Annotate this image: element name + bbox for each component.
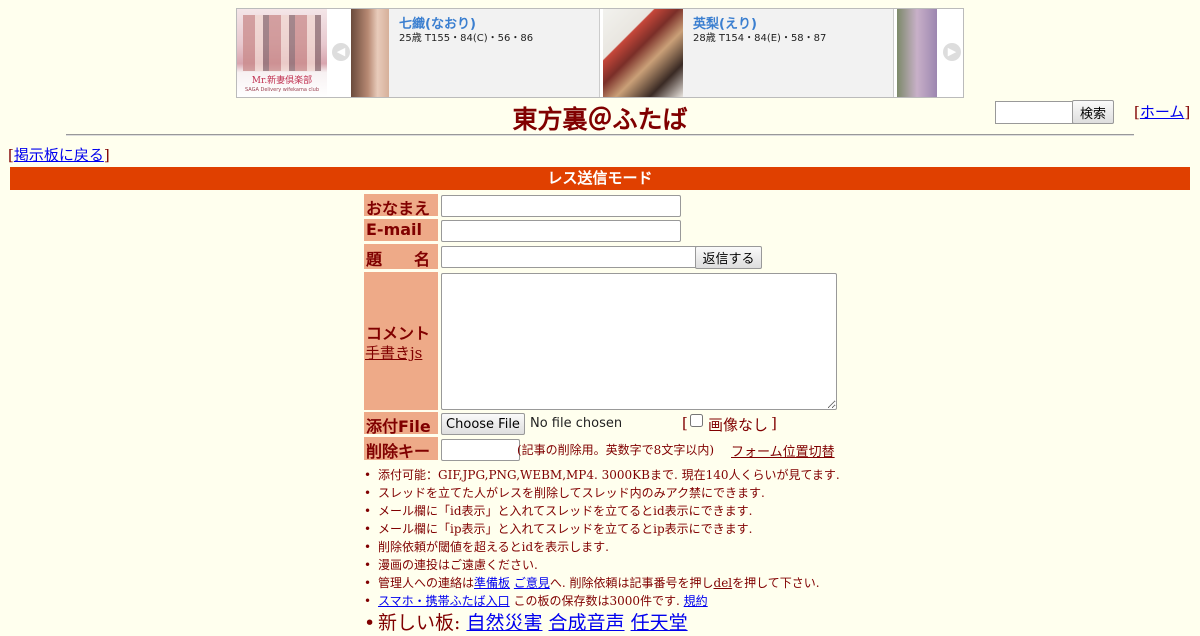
divider bbox=[66, 134, 1134, 136]
list-item: 削除依頼が閾値を超えるとidを表示します. bbox=[364, 538, 924, 556]
del-link[interactable]: del bbox=[714, 576, 733, 590]
ad-next-arrow-icon[interactable]: ▶ bbox=[943, 43, 961, 61]
ad-card-photo bbox=[897, 9, 937, 97]
list-item: 添付可能：GIF,JPG,PNG,WEBM,MP4. 3000KBまで. 現在1… bbox=[364, 466, 924, 484]
note-text: メール欄に「ip表示」と入れてスレッドを立てるとip表示にできます. bbox=[378, 522, 753, 536]
new-board-link[interactable]: 任天堂 bbox=[631, 612, 688, 634]
name-label-text: おなまえ bbox=[366, 199, 431, 218]
note-text: 漫画の連投はご遠慮ください. bbox=[378, 558, 538, 572]
ad-card[interactable]: 七織(なおり) 25歳 T155・84(C)・56・86 bbox=[351, 9, 600, 97]
no-file-text: No file chosen bbox=[530, 416, 623, 431]
email-label-text: E-mail bbox=[366, 220, 423, 239]
ad-card-partial[interactable] bbox=[897, 9, 937, 97]
email-input[interactable] bbox=[441, 220, 681, 242]
new-boards-label: 新しい板: bbox=[378, 612, 461, 634]
bracket: ] bbox=[103, 146, 110, 164]
handwriting-js-link[interactable]: 手書きjs bbox=[365, 342, 422, 363]
comment-label: コメント 手書きjs bbox=[364, 272, 438, 410]
ad-card-spec: 28歳 T154・84(E)・58・87 bbox=[693, 33, 827, 44]
ad-logo-image bbox=[243, 15, 321, 71]
prep-board-link[interactable]: 準備板 bbox=[474, 576, 510, 590]
note-text: を押して下さい. bbox=[732, 576, 820, 590]
email-label: E-mail bbox=[364, 219, 438, 241]
list-item: スマホ・携帯ふたば入口 この板の保存数は3000件です. 規約 bbox=[364, 592, 924, 610]
ad-card-photo bbox=[351, 9, 389, 97]
ad-logo[interactable]: Mr.新妻倶楽部 SAGA Delivery wifekama club bbox=[237, 9, 327, 97]
ad-card-photo bbox=[603, 9, 683, 97]
note-text: この板の保存数は3000件です. bbox=[509, 594, 680, 608]
note-text: 添付可能：GIF,JPG,PNG,WEBM,MP4. 3000KBまで. 現在1… bbox=[378, 468, 840, 482]
note-text: へ. 削除依頼は記事番号を押し bbox=[549, 576, 714, 590]
note-text: 削除依頼が閾値を超えるとidを表示します. bbox=[378, 540, 609, 554]
ad-card-spec: 25歳 T155・84(C)・56・86 bbox=[399, 33, 534, 44]
back-to-board-link[interactable]: 掲示板に戻る bbox=[14, 146, 104, 164]
note-text: スレッドを立てた人がレスを削除してスレッド内のみアク禁にできます. bbox=[378, 486, 765, 500]
home-link-wrapper: [ホーム] bbox=[1134, 101, 1190, 122]
ad-prev-arrow-icon[interactable]: ◀ bbox=[332, 43, 350, 61]
ad-logo-brand-sub: SAGA Delivery wifekama club bbox=[244, 87, 320, 93]
home-link[interactable]: ホーム bbox=[1140, 103, 1185, 121]
list-item: 新しい板: 自然災害 合成音声 任天堂 bbox=[364, 610, 924, 636]
delete-key-note: (記事の削除用。英数字で8文字以内) bbox=[517, 443, 714, 457]
delete-key-input[interactable] bbox=[441, 439, 520, 461]
name-label: おなまえ bbox=[364, 194, 438, 218]
feedback-link[interactable]: ご意見 bbox=[514, 576, 550, 590]
form-position-toggle-link[interactable]: フォーム位置切替 bbox=[731, 441, 835, 460]
subject-label-text: 題 名 bbox=[366, 250, 431, 269]
search-input[interactable] bbox=[995, 101, 1075, 124]
comment-textarea[interactable] bbox=[441, 273, 837, 410]
search-button[interactable]: 検索 bbox=[1072, 100, 1114, 124]
note-text: 管理人への連絡は bbox=[378, 576, 475, 590]
ad-banner[interactable]: Mr.新妻倶楽部 SAGA Delivery wifekama club ◀ 七… bbox=[236, 8, 964, 98]
bracket: [ bbox=[682, 414, 688, 432]
list-item: 漫画の連投はご遠慮ください. bbox=[364, 556, 924, 574]
list-item: 管理人への連絡は準備板 ご意見へ. 削除依頼は記事番号を押しdelを押して下さい… bbox=[364, 574, 924, 592]
new-board-link[interactable]: 合成音声 bbox=[549, 612, 625, 634]
ad-logo-brand: Mr.新妻倶楽部 bbox=[251, 76, 313, 86]
no-image-checkbox[interactable] bbox=[690, 414, 703, 427]
no-image-label[interactable]: 画像なし bbox=[708, 414, 768, 435]
note-text: メール欄に「id表示」と入れてスレッドを立てるとid表示にできます. bbox=[378, 504, 753, 518]
choose-file-button[interactable]: Choose File bbox=[441, 413, 525, 435]
file-label: 添付File bbox=[364, 412, 438, 436]
rules-link[interactable]: 規約 bbox=[684, 594, 708, 608]
list-item: メール欄に「ip表示」と入れてスレッドを立てるとip表示にできます. bbox=[364, 520, 924, 538]
new-board-link[interactable]: 自然災害 bbox=[466, 612, 542, 634]
bracket: ] bbox=[1184, 103, 1191, 121]
name-input[interactable] bbox=[441, 195, 681, 217]
subject-label: 題 名 bbox=[364, 244, 438, 269]
mobile-entrance-link[interactable]: スマホ・携帯ふたば入口 bbox=[378, 594, 510, 608]
bracket: ] bbox=[771, 414, 777, 432]
notes-list: 添付可能：GIF,JPG,PNG,WEBM,MP4. 3000KBまで. 現在1… bbox=[364, 466, 924, 636]
file-label-text: 添付File bbox=[366, 417, 431, 436]
delete-key-label: 削除キー bbox=[364, 437, 438, 461]
submit-reply-button[interactable]: 返信する bbox=[695, 246, 762, 269]
list-item: メール欄に「id表示」と入れてスレッドを立てるとid表示にできます. bbox=[364, 502, 924, 520]
comment-label-text: コメント bbox=[366, 324, 431, 343]
back-link-wrapper: [掲示板に戻る] bbox=[8, 144, 110, 165]
subject-input[interactable] bbox=[441, 246, 698, 268]
ad-card[interactable]: 英梨(えり) 28歳 T154・84(E)・58・87 bbox=[603, 9, 894, 97]
list-item: スレッドを立てた人がレスを削除してスレッド内のみアク禁にできます. bbox=[364, 484, 924, 502]
reply-mode-bar: レス送信モード bbox=[10, 167, 1190, 190]
delete-key-label-text: 削除キー bbox=[366, 442, 431, 461]
